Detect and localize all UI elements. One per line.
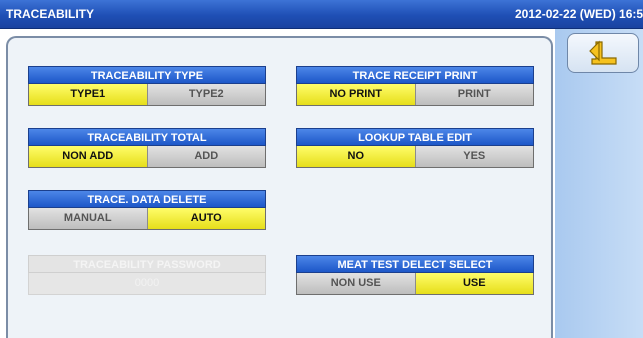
traceability-total-header: TRACEABILITY TOTAL [28, 128, 266, 146]
traceability-type-header: TRACEABILITY TYPE [28, 66, 266, 84]
lookup-table-edit-no-button[interactable]: NO [297, 146, 416, 167]
traceability-total-add-button[interactable]: ADD [147, 146, 265, 167]
lookup-table-edit-yes-button[interactable]: YES [415, 146, 533, 167]
settings-panel: TRACEABILITY TYPE TYPE1 TYPE2 TRACE RECE… [6, 36, 553, 338]
traceability-password-group: TRACEABILITY PASSWORD 0000 [28, 255, 266, 295]
meat-test-delect-select-group: MEAT TEST DELECT SELECT NON USE USE [296, 255, 534, 295]
trace-receipt-print-group: TRACE RECEIPT PRINT NO PRINT PRINT [296, 66, 534, 106]
traceability-total-non-add-button[interactable]: NON ADD [29, 146, 148, 167]
return-arrow-icon [589, 40, 617, 65]
title-bar: TRACEABILITY 2012-02-22 (WED) 16:55 [0, 0, 643, 29]
meat-test-delect-select-header: MEAT TEST DELECT SELECT [296, 255, 534, 273]
trace-data-delete-auto-button[interactable]: AUTO [147, 208, 265, 229]
trace-receipt-print-header: TRACE RECEIPT PRINT [296, 66, 534, 84]
traceability-type-group: TRACEABILITY TYPE TYPE1 TYPE2 [28, 66, 266, 106]
traceability-total-group: TRACEABILITY TOTAL NON ADD ADD [28, 128, 266, 168]
trace-data-delete-manual-button[interactable]: MANUAL [29, 208, 148, 229]
back-button[interactable] [567, 33, 639, 73]
traceability-password-header: TRACEABILITY PASSWORD [28, 255, 266, 273]
date-time-display: 2012-02-22 (WED) 16:55 [515, 7, 643, 21]
traceability-type-type1-button[interactable]: TYPE1 [29, 84, 148, 105]
trace-receipt-print-button[interactable]: PRINT [415, 84, 533, 105]
trace-data-delete-header: TRACE. DATA DELETE [28, 190, 266, 208]
trace-receipt-no-print-button[interactable]: NO PRINT [297, 84, 416, 105]
trace-data-delete-group: TRACE. DATA DELETE MANUAL AUTO [28, 190, 266, 230]
meat-test-non-use-button[interactable]: NON USE [297, 273, 416, 294]
meat-test-use-button[interactable]: USE [415, 273, 533, 294]
side-background [555, 29, 643, 338]
traceability-password-field: 0000 [29, 273, 265, 294]
lookup-table-edit-group: LOOKUP TABLE EDIT NO YES [296, 128, 534, 168]
lookup-table-edit-header: LOOKUP TABLE EDIT [296, 128, 534, 146]
traceability-type-type2-button[interactable]: TYPE2 [147, 84, 265, 105]
page-title: TRACEABILITY [6, 7, 94, 21]
